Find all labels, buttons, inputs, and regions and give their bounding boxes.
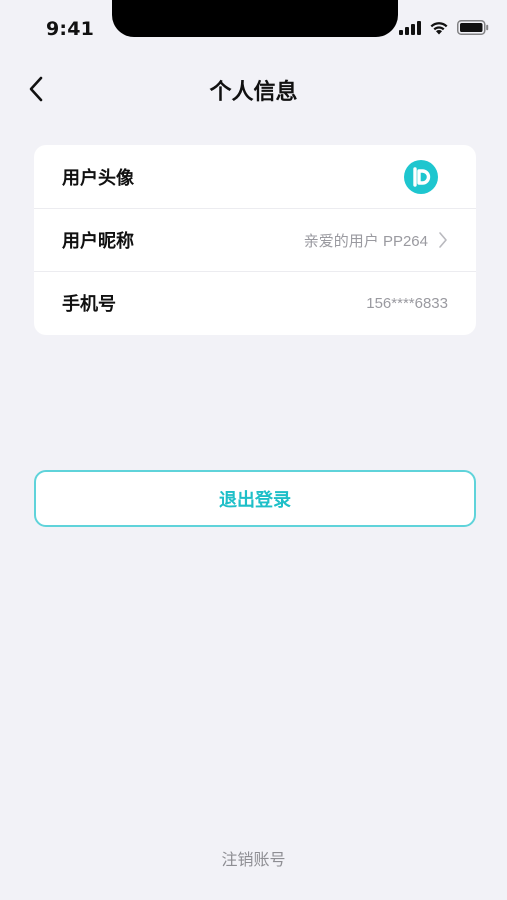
- avatar[interactable]: [404, 159, 438, 194]
- notch: [112, 0, 398, 37]
- deactivate-account-link[interactable]: 注销账号: [0, 846, 507, 870]
- status-bar: 9:41: [0, 0, 507, 56]
- phone-row-right: 156****6833: [366, 295, 448, 312]
- avatar-row-right: [404, 159, 448, 194]
- logout-button[interactable]: 退出登录: [34, 470, 476, 527]
- status-time: 9:41: [46, 18, 95, 40]
- profile-info-card: 用户头像 用户昵称 亲爱的用户 PP264 手机号 156****6833: [34, 145, 476, 335]
- page-title: 个人信息: [209, 80, 298, 105]
- battery-icon: [457, 20, 489, 35]
- nickname-row[interactable]: 用户昵称 亲爱的用户 PP264: [34, 208, 476, 271]
- phone-row: 手机号 156****6833: [34, 271, 476, 334]
- logout-button-label: 退出登录: [219, 489, 291, 511]
- chevron-right-icon: [439, 232, 447, 248]
- signal-icon: [399, 20, 421, 35]
- nickname-value: 亲爱的用户 PP264: [303, 232, 428, 250]
- nickname-row-right: 亲爱的用户 PP264: [304, 230, 448, 251]
- nav-bar: 个人信息: [0, 60, 507, 118]
- phone-row-label: 手机号: [62, 294, 116, 315]
- nickname-row-label: 用户昵称: [62, 231, 134, 252]
- avatar-row[interactable]: 用户头像: [34, 145, 476, 208]
- avatar-row-label: 用户头像: [62, 167, 134, 189]
- wifi-icon: [430, 21, 448, 34]
- phone-value: 156****6833: [366, 294, 448, 312]
- status-icons: [399, 20, 489, 35]
